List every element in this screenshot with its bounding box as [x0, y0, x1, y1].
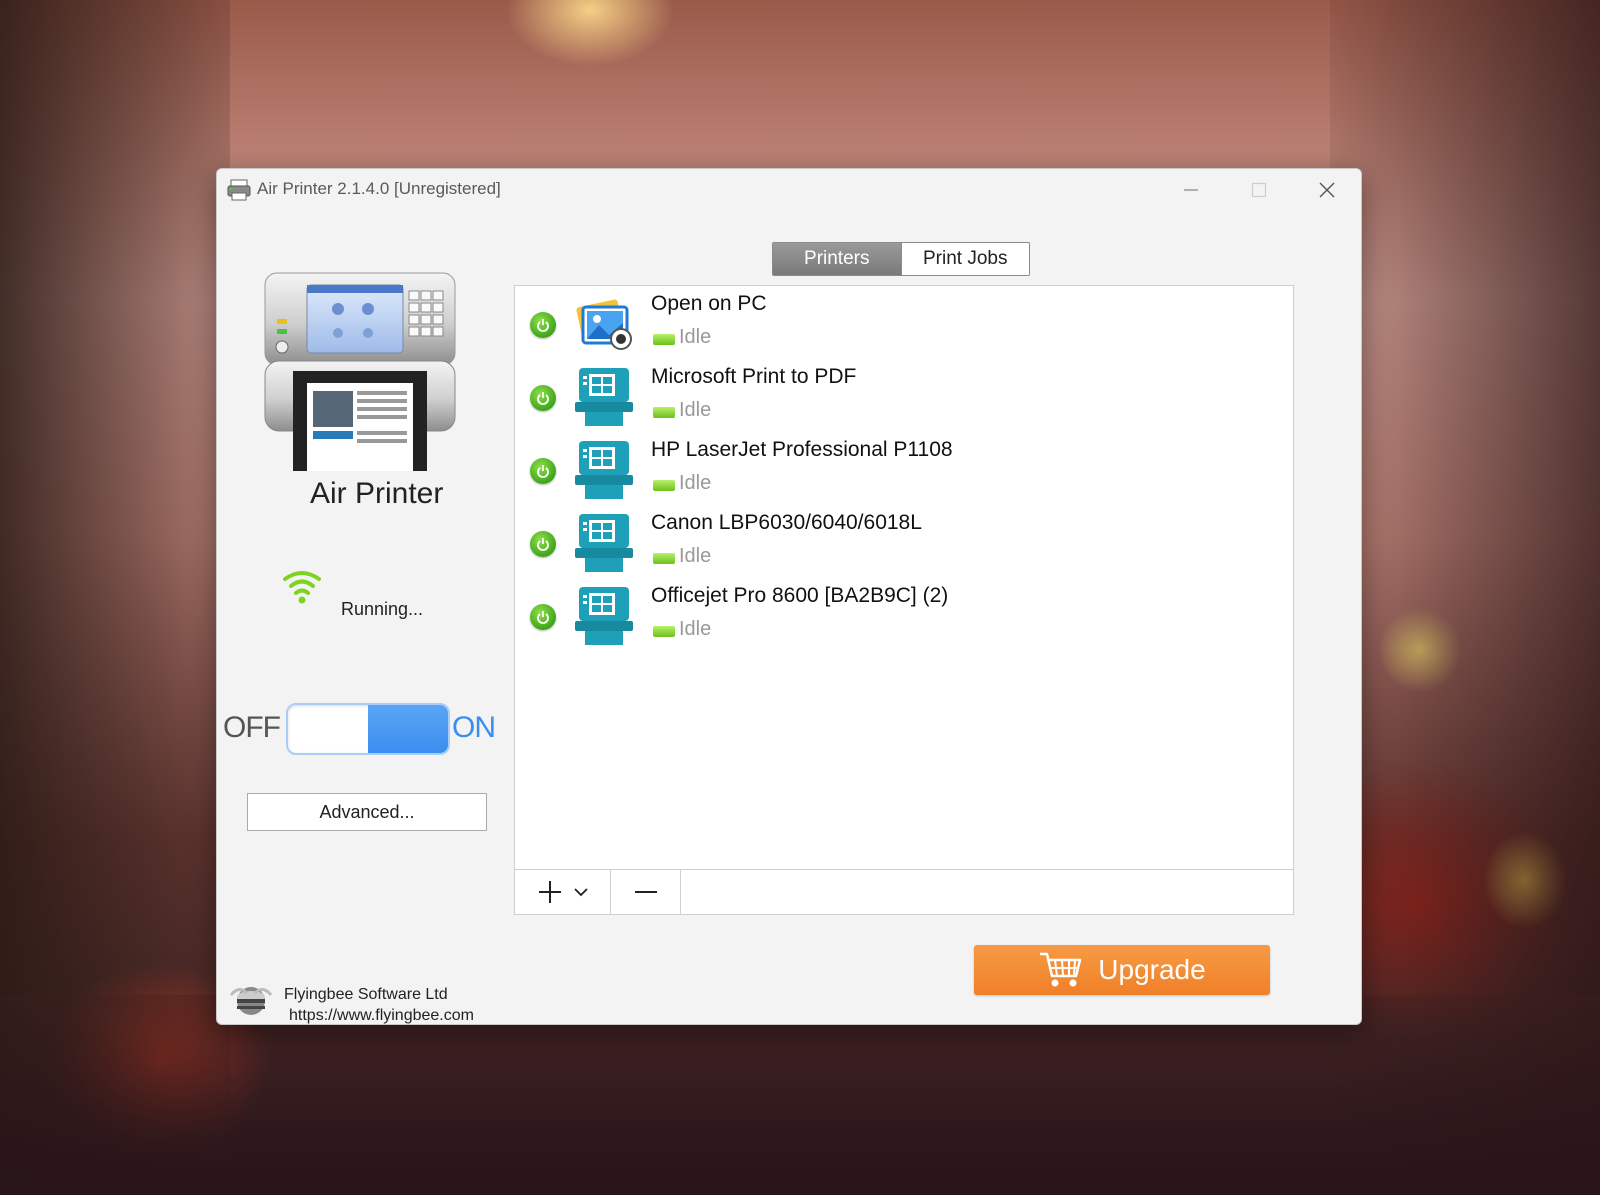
- toggle-off-label: OFF: [223, 711, 281, 744]
- title-bar[interactable]: Air Printer 2.1.4.0 [Unregistered]: [217, 169, 1361, 211]
- left-panel: Air Printer Running... OFF ON Advanced..…: [217, 211, 507, 1024]
- status-led-icon: [653, 407, 675, 418]
- app-printer-icon: [227, 179, 251, 201]
- printer-row[interactable]: Microsoft Print to PDF Idle: [515, 359, 1293, 434]
- remove-printer-button[interactable]: [611, 870, 681, 914]
- printer-status: Idle: [679, 399, 712, 421]
- tab-print-jobs[interactable]: Print Jobs: [900, 243, 1029, 275]
- status-led-icon: [653, 626, 675, 637]
- printer-name: Officejet Pro 8600 [BA2B9C] (2): [651, 584, 949, 607]
- toggle-switch[interactable]: [286, 703, 450, 755]
- printer-name: Open on PC: [651, 292, 767, 315]
- status-led-icon: [653, 480, 675, 491]
- app-name-label: Air Printer: [310, 477, 444, 510]
- printer-icon: [575, 587, 633, 645]
- printer-name: HP LaserJet Professional P1108: [651, 438, 953, 461]
- printer-icon: [575, 514, 633, 572]
- tab-printers[interactable]: Printers: [773, 243, 901, 275]
- view-tabs: Printers Print Jobs: [772, 242, 1030, 276]
- printer-status: Idle: [679, 326, 712, 348]
- company-name: Flyingbee Software Ltd: [284, 986, 448, 1003]
- printer-list[interactable]: Open on PC Idle Microsoft Print to PDF I…: [514, 285, 1294, 871]
- power-icon[interactable]: [530, 531, 556, 557]
- power-symbol-icon: [537, 319, 549, 332]
- shopping-cart-icon: [1040, 952, 1082, 987]
- minimize-button[interactable]: [1157, 169, 1225, 211]
- status-led-icon: [653, 334, 675, 345]
- server-status-text: Running...: [341, 599, 424, 619]
- minimize-icon: [1184, 189, 1198, 191]
- minus-icon: [634, 891, 657, 893]
- plus-icon: [538, 881, 561, 903]
- power-icon[interactable]: [530, 458, 556, 484]
- company-url-link[interactable]: https://www.flyingbee.com: [289, 1007, 474, 1024]
- printer-row[interactable]: Canon LBP6030/6040/6018L Idle: [515, 505, 1293, 580]
- printer-row[interactable]: Open on PC Idle: [515, 286, 1293, 361]
- add-printer-button[interactable]: [515, 870, 611, 914]
- upgrade-button[interactable]: Upgrade: [974, 945, 1270, 995]
- toggle-on-label: ON: [452, 711, 496, 744]
- window-title: Air Printer 2.1.4.0 [Unregistered]: [257, 179, 501, 198]
- maximize-icon: [1251, 182, 1267, 198]
- power-symbol-icon: [537, 465, 549, 478]
- power-icon[interactable]: [530, 385, 556, 411]
- power-toggle[interactable]: OFF ON: [223, 701, 503, 755]
- toggle-on-fill: [368, 705, 448, 753]
- printer-icon: [575, 441, 633, 499]
- chevron-down-icon: [573, 888, 588, 897]
- upgrade-label: Upgrade: [1098, 954, 1206, 985]
- printer-status: Idle: [679, 472, 712, 494]
- photo-viewer-icon: [576, 299, 632, 350]
- power-icon[interactable]: [530, 312, 556, 338]
- printer-status: Idle: [679, 618, 712, 640]
- wifi-icon: [283, 571, 321, 604]
- advanced-button[interactable]: Advanced...: [247, 793, 487, 831]
- air-printer-hero-icon: [264, 272, 456, 471]
- printer-name: Microsoft Print to PDF: [651, 365, 857, 388]
- printer-status: Idle: [679, 545, 712, 567]
- app-window: Air Printer 2.1.4.0 [Unregistered] Air P…: [216, 168, 1362, 1025]
- printer-row[interactable]: Officejet Pro 8600 [BA2B9C] (2) Idle: [515, 578, 1293, 653]
- printer-row[interactable]: HP LaserJet Professional P1108 Idle: [515, 432, 1293, 507]
- background-road: [0, 995, 1600, 1195]
- close-icon: [1319, 182, 1335, 198]
- power-icon[interactable]: [530, 604, 556, 630]
- status-led-icon: [653, 553, 675, 564]
- power-symbol-icon: [537, 611, 549, 624]
- printer-name: Canon LBP6030/6040/6018L: [651, 511, 922, 534]
- flyingbee-logo-icon: [229, 987, 273, 1015]
- close-button[interactable]: [1293, 169, 1361, 211]
- power-symbol-icon: [537, 392, 549, 405]
- power-symbol-icon: [537, 538, 549, 551]
- maximize-button[interactable]: [1225, 169, 1293, 211]
- list-toolbar: [514, 869, 1294, 915]
- printer-icon: [575, 368, 633, 426]
